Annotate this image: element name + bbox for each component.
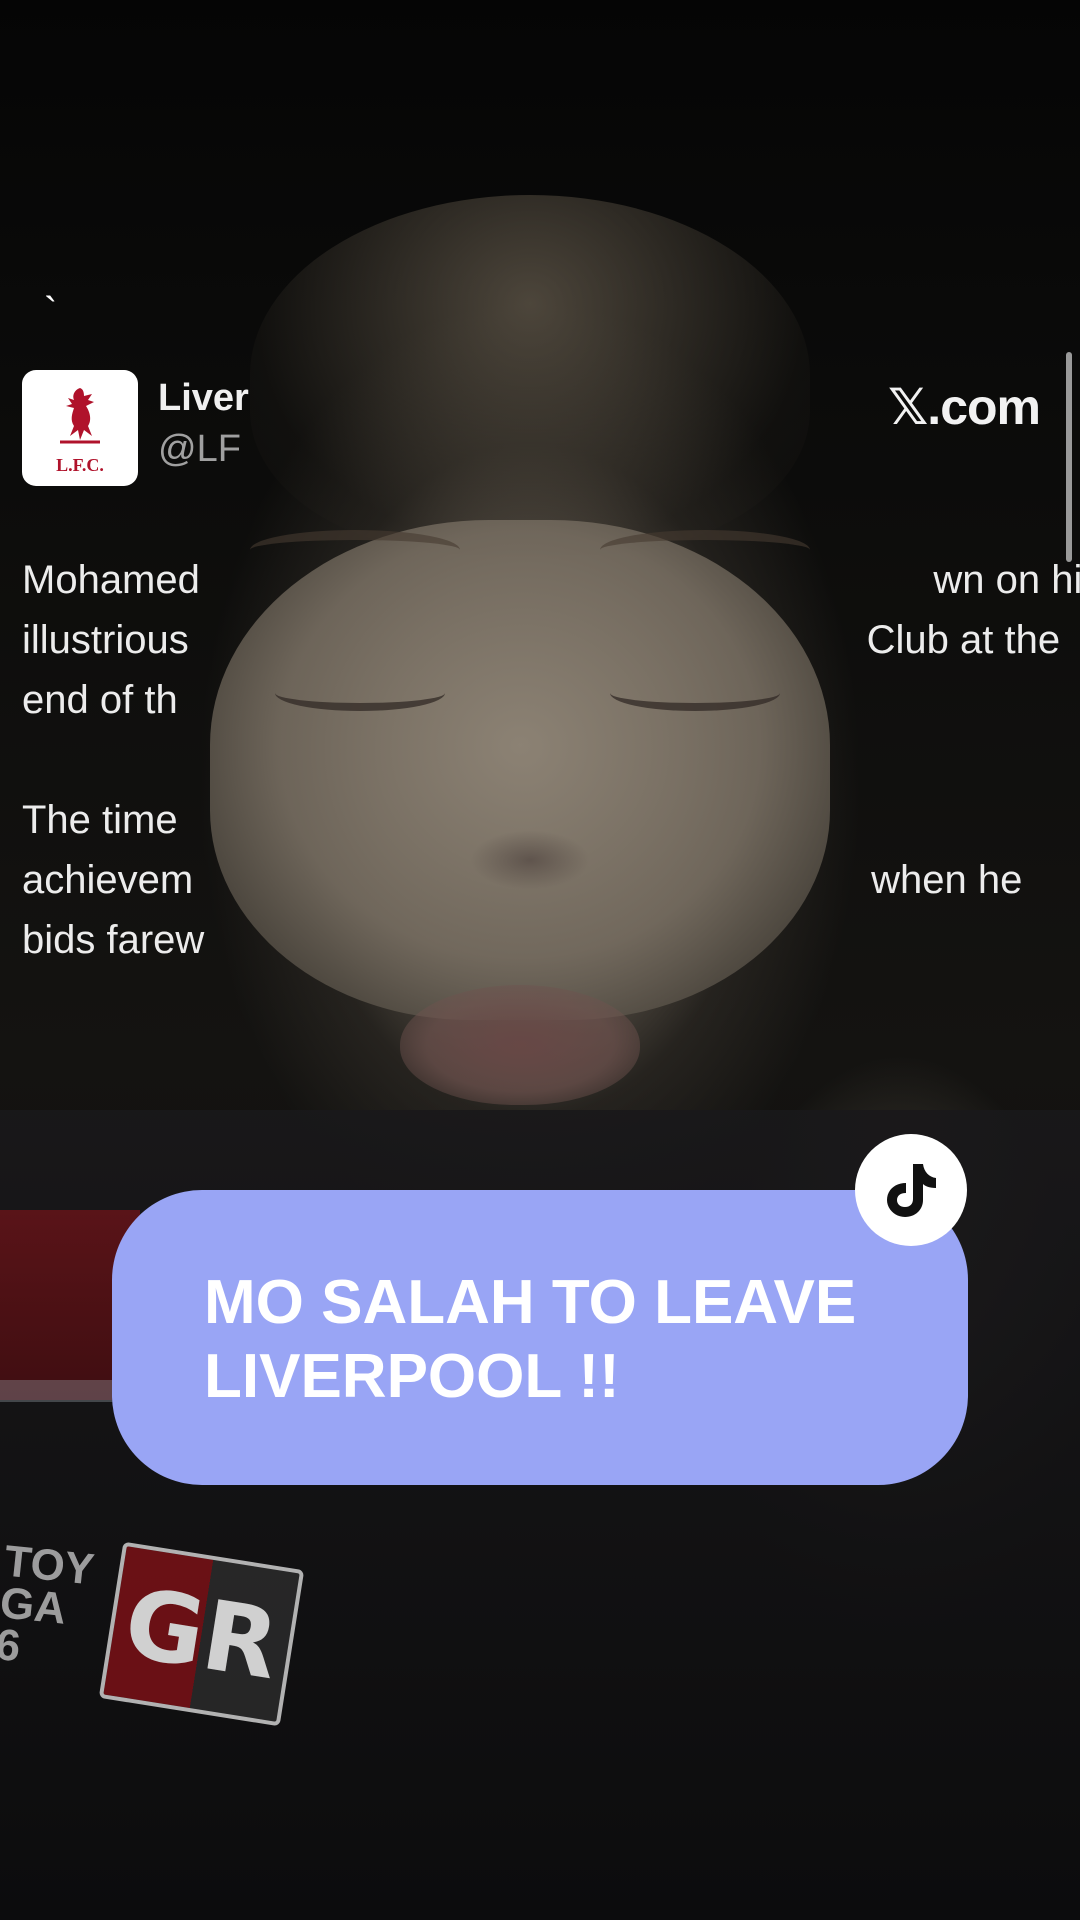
caption-text: MO SALAH TO LEAVE LIVERPOOL !! <box>204 1268 857 1411</box>
scrollbar[interactable] <box>1066 352 1072 562</box>
left-eyebrow <box>250 530 460 570</box>
tiktok-badge <box>855 1134 967 1246</box>
nose <box>470 830 590 890</box>
tiktok-logo-icon <box>887 1164 936 1217</box>
x-com-brand: 𝕏.com <box>888 379 1041 435</box>
shirt-gr-badge: GR <box>98 1541 305 1727</box>
right-eye <box>610 675 780 711</box>
lips <box>400 985 640 1105</box>
liverbird-crest-icon <box>60 388 100 444</box>
caption-sticker[interactable]: MO SALAH TO LEAVE LIVERPOOL !! <box>112 1190 968 1485</box>
stray-character: ` <box>44 290 58 334</box>
face-skin <box>210 520 830 1020</box>
account-avatar[interactable]: L.F.C. <box>22 370 138 486</box>
left-eye <box>275 675 445 711</box>
right-eyebrow <box>600 530 810 570</box>
shirt-stripe-light <box>0 1380 120 1402</box>
club-initials: L.F.C. <box>56 455 104 475</box>
shirt-sponsor-text: TOY GA 6 <box>0 1536 97 1672</box>
